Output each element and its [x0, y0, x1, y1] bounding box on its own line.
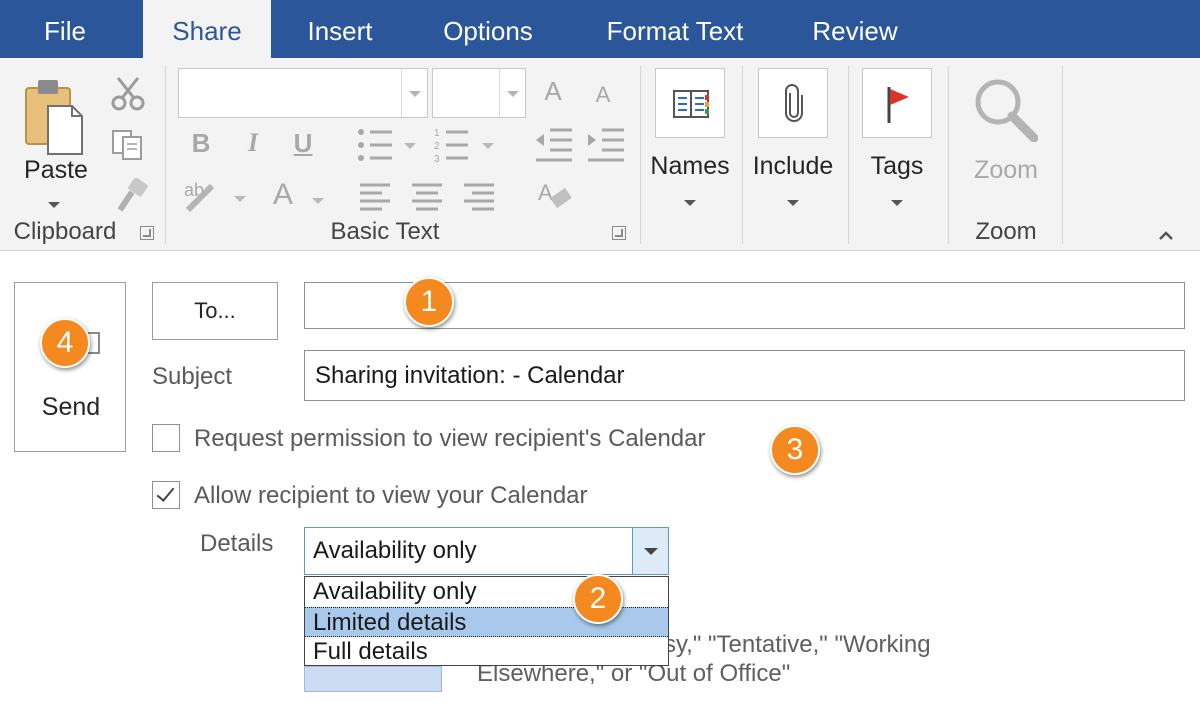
collapse-ribbon-icon[interactable]: [1158, 228, 1174, 244]
names-icon-box: [655, 68, 725, 138]
checkmark-icon: [156, 483, 175, 502]
scissors-icon[interactable]: [108, 76, 148, 112]
font-name-combo[interactable]: [178, 68, 428, 118]
include-dropdown-arrow[interactable]: [787, 200, 799, 206]
font-color-icon[interactable]: A: [268, 178, 298, 212]
request-permission-label: Request permission to view recipient's C…: [194, 425, 706, 452]
copy-icon[interactable]: [110, 128, 146, 162]
partial-control-behind-list: [304, 666, 442, 692]
option-full-details[interactable]: Full details: [305, 637, 668, 667]
tags-label: Tags: [870, 152, 924, 180]
callout-3: 3: [770, 425, 820, 475]
details-label: Details: [200, 530, 274, 557]
increase-indent-icon[interactable]: [586, 126, 626, 162]
paste-dropdown-arrow[interactable]: [48, 202, 60, 208]
tab-options[interactable]: Options: [418, 0, 558, 58]
group-separator: [742, 66, 743, 244]
clear-formatting-icon[interactable]: A: [536, 174, 576, 214]
group-separator: [1062, 66, 1063, 244]
names-label: Names: [650, 152, 730, 180]
include-label: Include: [752, 152, 834, 180]
bold-icon[interactable]: B: [186, 128, 216, 159]
request-permission-checkbox[interactable]: [152, 424, 180, 452]
allow-view-label: Allow recipient to view your Calendar: [194, 482, 588, 509]
group-separator: [948, 66, 949, 244]
tab-share[interactable]: Share: [143, 0, 271, 60]
grow-font-icon[interactable]: A: [538, 76, 568, 107]
details-selected-value: Availability only: [313, 537, 477, 564]
paste-label: Paste: [24, 156, 88, 184]
to-button[interactable]: To...: [152, 282, 278, 340]
align-left-icon[interactable]: [360, 183, 390, 211]
clipboard-group-label: Clipboard: [13, 218, 117, 245]
send-label: Send: [41, 393, 101, 421]
callout-4: 4: [40, 318, 90, 368]
bullets-icon[interactable]: [356, 126, 420, 164]
highlight-icon[interactable]: ab: [182, 176, 248, 216]
group-separator: [640, 66, 641, 244]
paste-icon: [25, 80, 83, 155]
zoom-group-label: Zoom: [975, 218, 1037, 245]
svg-text:A: A: [538, 180, 553, 205]
flag-icon: [887, 87, 909, 123]
shrink-font-icon[interactable]: A: [590, 82, 616, 108]
tab-file[interactable]: File: [0, 0, 130, 58]
group-separator: [165, 66, 166, 244]
format-painter-icon[interactable]: [110, 178, 150, 214]
svg-text:2: 2: [434, 141, 440, 152]
font-size-arrow[interactable]: [499, 69, 525, 117]
align-right-icon[interactable]: [464, 183, 494, 211]
include-icon-box: [758, 68, 828, 138]
subject-label: Subject: [152, 363, 233, 390]
tab-review[interactable]: Review: [790, 0, 920, 58]
tags-icon-box: [862, 68, 932, 138]
tab-insert[interactable]: Insert: [283, 0, 397, 58]
group-separator: [848, 66, 849, 244]
magnifier-icon: [975, 79, 1038, 142]
font-name-arrow[interactable]: [401, 69, 427, 117]
italic-icon[interactable]: I: [238, 128, 268, 158]
subject-field[interactable]: Sharing invitation: - Calendar: [304, 350, 1185, 401]
font-size-combo[interactable]: [432, 68, 526, 118]
details-dropdown[interactable]: Availability only: [304, 527, 669, 575]
tab-format-text[interactable]: Format Text: [585, 0, 765, 58]
clipboard-dialog-launcher[interactable]: [140, 226, 154, 240]
svg-text:3: 3: [434, 154, 440, 164]
address-book-icon: [673, 90, 709, 118]
callout-2: 2: [573, 574, 623, 624]
paperclip-icon: [785, 84, 803, 122]
align-center-icon[interactable]: [412, 183, 442, 211]
font-color-arrow[interactable]: [312, 198, 324, 204]
allow-view-checkbox[interactable]: [152, 481, 180, 509]
alignment-icons: [360, 183, 494, 211]
underline-icon[interactable]: U: [288, 128, 318, 159]
basic-text-dialog-launcher[interactable]: [612, 226, 626, 240]
ribbon-tab-bar: File Share Insert Options Format Text Re…: [0, 0, 1200, 60]
zoom-button-label: Zoom: [974, 156, 1038, 184]
names-dropdown-arrow[interactable]: [684, 200, 696, 206]
details-dropdown-arrow[interactable]: [632, 528, 668, 574]
numbering-icon[interactable]: 1 2 3: [434, 126, 498, 164]
tags-dropdown-arrow[interactable]: [891, 200, 903, 206]
ribbon: Paste Clipboard A A B I U 1 2 3 ab A A B…: [0, 58, 1200, 251]
decrease-indent-icon[interactable]: [534, 126, 574, 162]
basic-text-group-label: Basic Text: [330, 218, 440, 245]
svg-text:1: 1: [434, 128, 440, 139]
callout-1: 1: [404, 277, 454, 327]
